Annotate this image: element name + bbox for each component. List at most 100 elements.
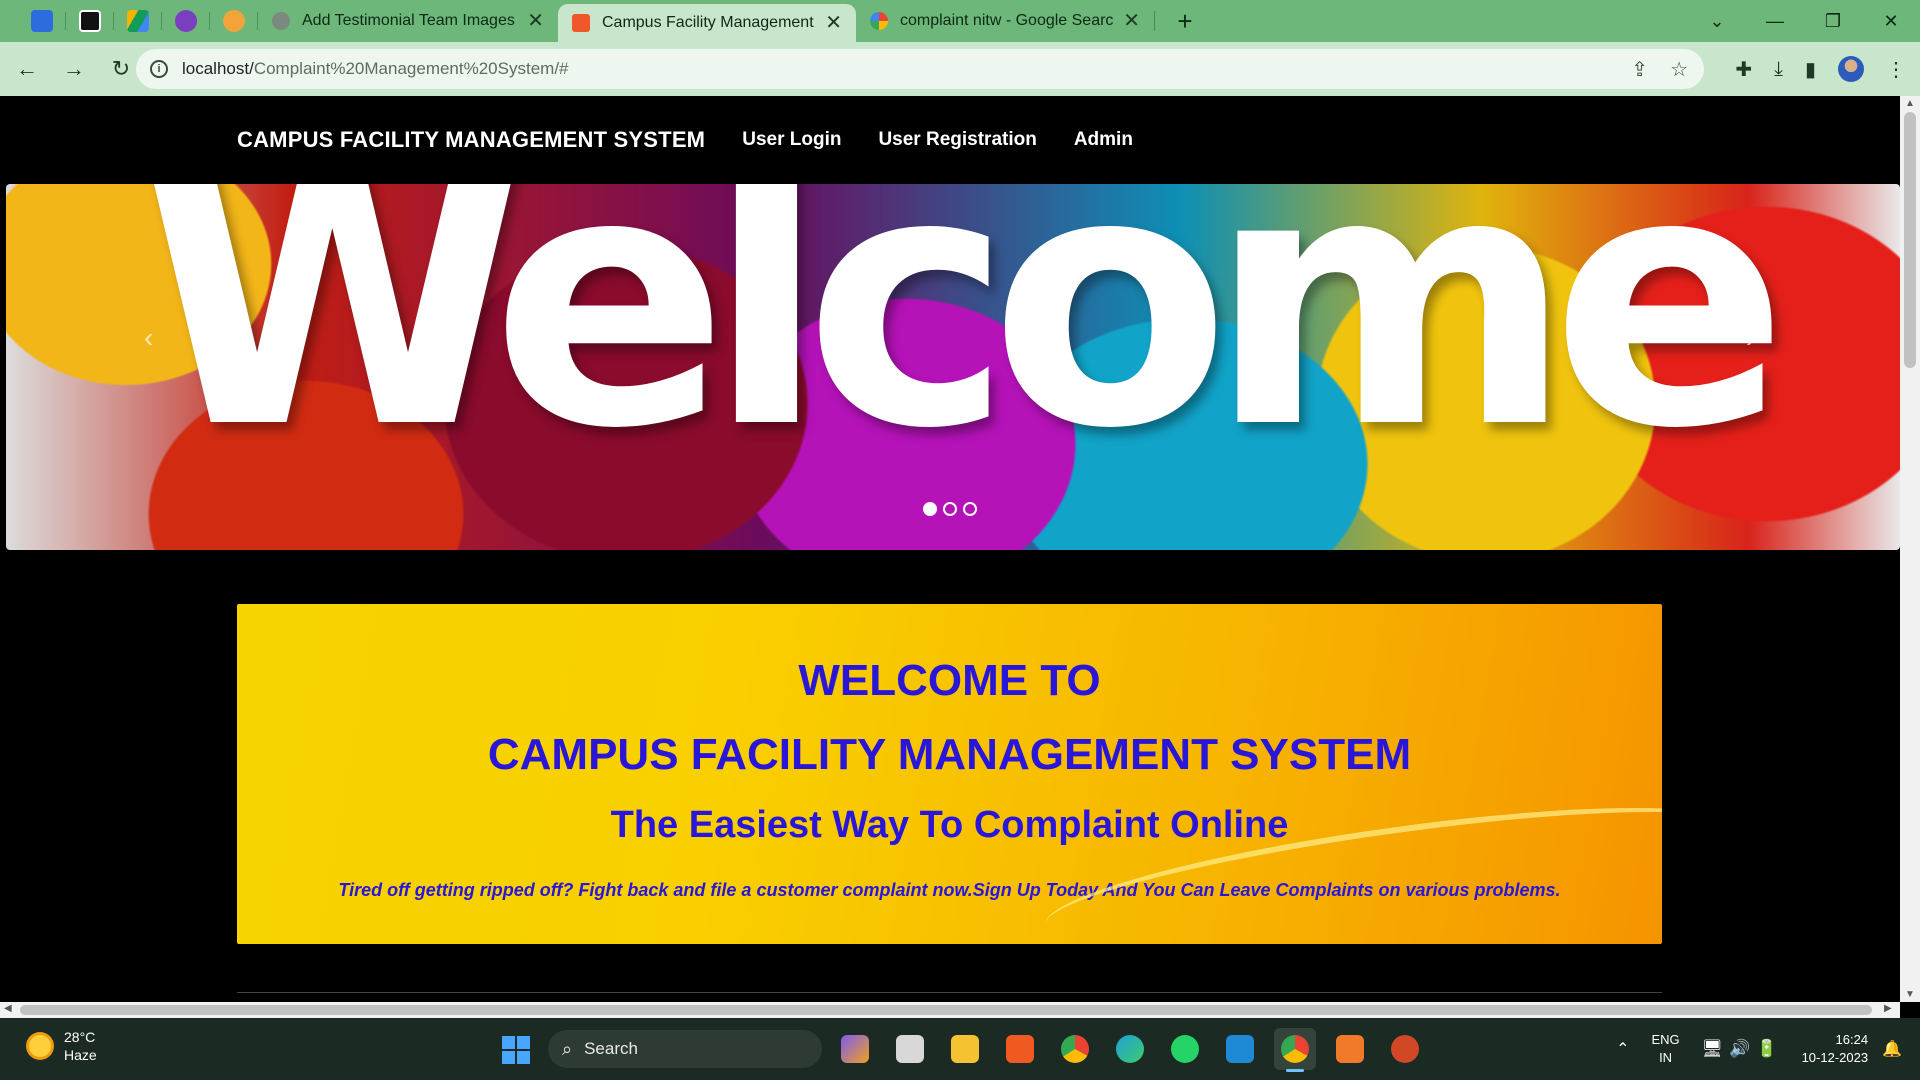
welcome-panel: WELCOME TO CAMPUS FACILITY MANAGEMENT SY… [237,604,1662,944]
xampp-icon [572,14,590,32]
tab-title: complaint nitw - Google Search [900,12,1114,29]
drive-icon [127,10,149,32]
task-view-app[interactable] [889,1028,931,1070]
tab-campus-facility[interactable]: Campus Facility Management Sy ✕ [558,4,856,42]
close-window-button[interactable]: ✕ [1862,11,1920,32]
weather-widget[interactable]: 28°C Haze [26,1028,97,1064]
brave-icon [1006,1035,1034,1063]
restore-button[interactable]: ❐ [1804,11,1862,32]
xampp-app[interactable] [1329,1028,1371,1070]
scrollbar-thumb[interactable] [20,1005,1872,1015]
windows-taskbar: 28°C Haze ⌕ Search ⌃ ENG IN 🖥🔊🔋 16:24 10… [0,1018,1920,1080]
horizontal-scrollbar[interactable]: ◀ ▶ [0,1002,1900,1018]
scroll-left-arrow[interactable]: ◀ [4,1003,12,1014]
menu-kebab-icon[interactable]: ⋮ [1886,57,1906,82]
taskbar-search[interactable]: ⌕ Search [548,1030,822,1068]
app-icon [31,10,53,32]
vertical-scrollbar[interactable]: ▲ ▼ [1900,96,1920,1002]
pinned-tab-4[interactable] [162,0,210,42]
bookmark-star-icon[interactable]: ☆ [1670,57,1688,82]
system-tray: ⌃ ENG IN 🖥🔊🔋 16:24 10-12-2023 🔔 [1616,1018,1920,1080]
search-placeholder: Search [584,1039,638,1058]
address-bar[interactable]: i localhost/Complaint%20Management%20Sys… [136,49,1704,89]
tab-search-button[interactable]: ⌄ [1688,11,1746,32]
weather-text: 28°C Haze [64,1028,97,1064]
toolbar-actions: ✚ ⤓ ▮ ⋮ [1735,42,1906,96]
lang-region: IN [1659,1050,1673,1065]
profile-avatar[interactable] [1838,56,1864,82]
notification-bell-icon[interactable]: 🔔 [1882,1039,1902,1059]
back-button[interactable]: ← [7,49,47,89]
brave-app[interactable] [999,1028,1041,1070]
copilot-app[interactable] [834,1028,876,1070]
clock[interactable]: 16:24 10-12-2023 [1802,1031,1869,1067]
chrome-profile-app[interactable] [1274,1028,1316,1072]
scrollbar-thumb[interactable] [1904,112,1916,368]
omnibox-actions: ⇪ ☆ [1631,57,1688,82]
browser-toolbar: ← → ↻ i localhost/Complaint%20Management… [0,42,1920,96]
windows-logo-icon [517,1036,530,1049]
site-info-icon[interactable]: i [150,60,168,78]
welcome-subtitle: The Easiest Way To Complaint Online [610,804,1289,846]
scroll-right-arrow[interactable]: ▶ [1884,1003,1892,1014]
welcome-tagline: Tired off getting ripped off? Fight back… [338,880,1561,900]
tab-separator [1154,11,1155,31]
vscode-app[interactable] [1219,1028,1261,1070]
side-panel-icon[interactable]: ▮ [1805,57,1816,82]
close-icon[interactable]: ✕ [825,13,842,33]
carousel-next-button[interactable]: › [1746,322,1755,354]
pinned-tab-1[interactable] [18,0,66,42]
weather-temp: 28°C [64,1029,96,1045]
new-tab-button[interactable]: + [1169,6,1201,37]
minimize-button[interactable]: — [1746,11,1804,32]
show-hidden-icons-icon[interactable]: ⌃ [1616,1039,1629,1059]
share-icon[interactable]: ⇪ [1631,57,1648,82]
url-text[interactable]: localhost/Complaint%20Management%20Syste… [182,59,569,79]
language-indicator[interactable]: ENG IN [1651,1031,1679,1067]
extensions-icon[interactable]: ✚ [1735,57,1752,82]
welcome-heading: WELCOME TO [798,656,1101,705]
tab-google-search[interactable]: complaint nitw - Google Search ✕ [856,0,1154,42]
powerpoint-app[interactable] [1384,1028,1426,1070]
google-icon [870,12,888,30]
pinned-tab-2[interactable] [66,0,114,42]
carousel-indicator-3[interactable] [963,502,977,516]
pinned-tab-3[interactable] [114,0,162,42]
close-icon[interactable]: ✕ [527,11,544,31]
edge-icon [1116,1035,1144,1063]
tab-testimonial[interactable]: Add Testimonial Team Images ✕ [258,0,558,42]
site-navbar: CAMPUS FACILITY MANAGEMENT SYSTEM User L… [0,96,1900,184]
clock-date: 10-12-2023 [1801,1050,1869,1065]
system-name-heading: CAMPUS FACILITY MANAGEMENT SYSTEM [487,730,1412,779]
tab-title: Add Testimonial Team Images [302,12,515,29]
lang-code: ENG [1651,1032,1680,1047]
section-divider [237,992,1662,993]
clock-time: 16:24 [1835,1032,1869,1047]
scroll-down-arrow[interactable]: ▼ [1905,989,1915,1000]
app-icon [79,10,101,32]
windows-logo-icon [502,1051,515,1064]
carousel-prev-button[interactable]: ‹ [144,322,153,354]
close-icon[interactable]: ✕ [1123,11,1140,31]
nav-user-registration[interactable]: User Registration [878,129,1036,151]
nav-admin[interactable]: Admin [1074,129,1133,151]
pinned-tab-5[interactable] [210,0,258,42]
start-button[interactable] [502,1036,530,1064]
chrome-app[interactable] [1054,1028,1096,1070]
file-explorer-app[interactable] [944,1028,986,1070]
powerpoint-icon [1391,1035,1419,1063]
reload-button[interactable]: ↻ [101,49,141,89]
scroll-up-arrow[interactable]: ▲ [1905,98,1915,109]
taskbar-apps [834,1028,1426,1072]
nav-user-login[interactable]: User Login [742,129,841,151]
network-volume-battery-icons[interactable]: 🖥🔊🔋 [1702,1039,1784,1059]
site-brand[interactable]: CAMPUS FACILITY MANAGEMENT SYSTEM [237,127,705,153]
forward-button[interactable]: → [54,49,94,89]
whatsapp-app[interactable] [1164,1028,1206,1070]
carousel-indicator-1[interactable] [923,502,937,516]
download-icon[interactable]: ⤓ [1774,58,1783,81]
carousel-welcome-image-text: Welcome [139,184,1789,505]
carousel-indicator-2[interactable] [943,502,957,516]
app-icon [223,10,245,32]
edge-app[interactable] [1109,1028,1151,1070]
